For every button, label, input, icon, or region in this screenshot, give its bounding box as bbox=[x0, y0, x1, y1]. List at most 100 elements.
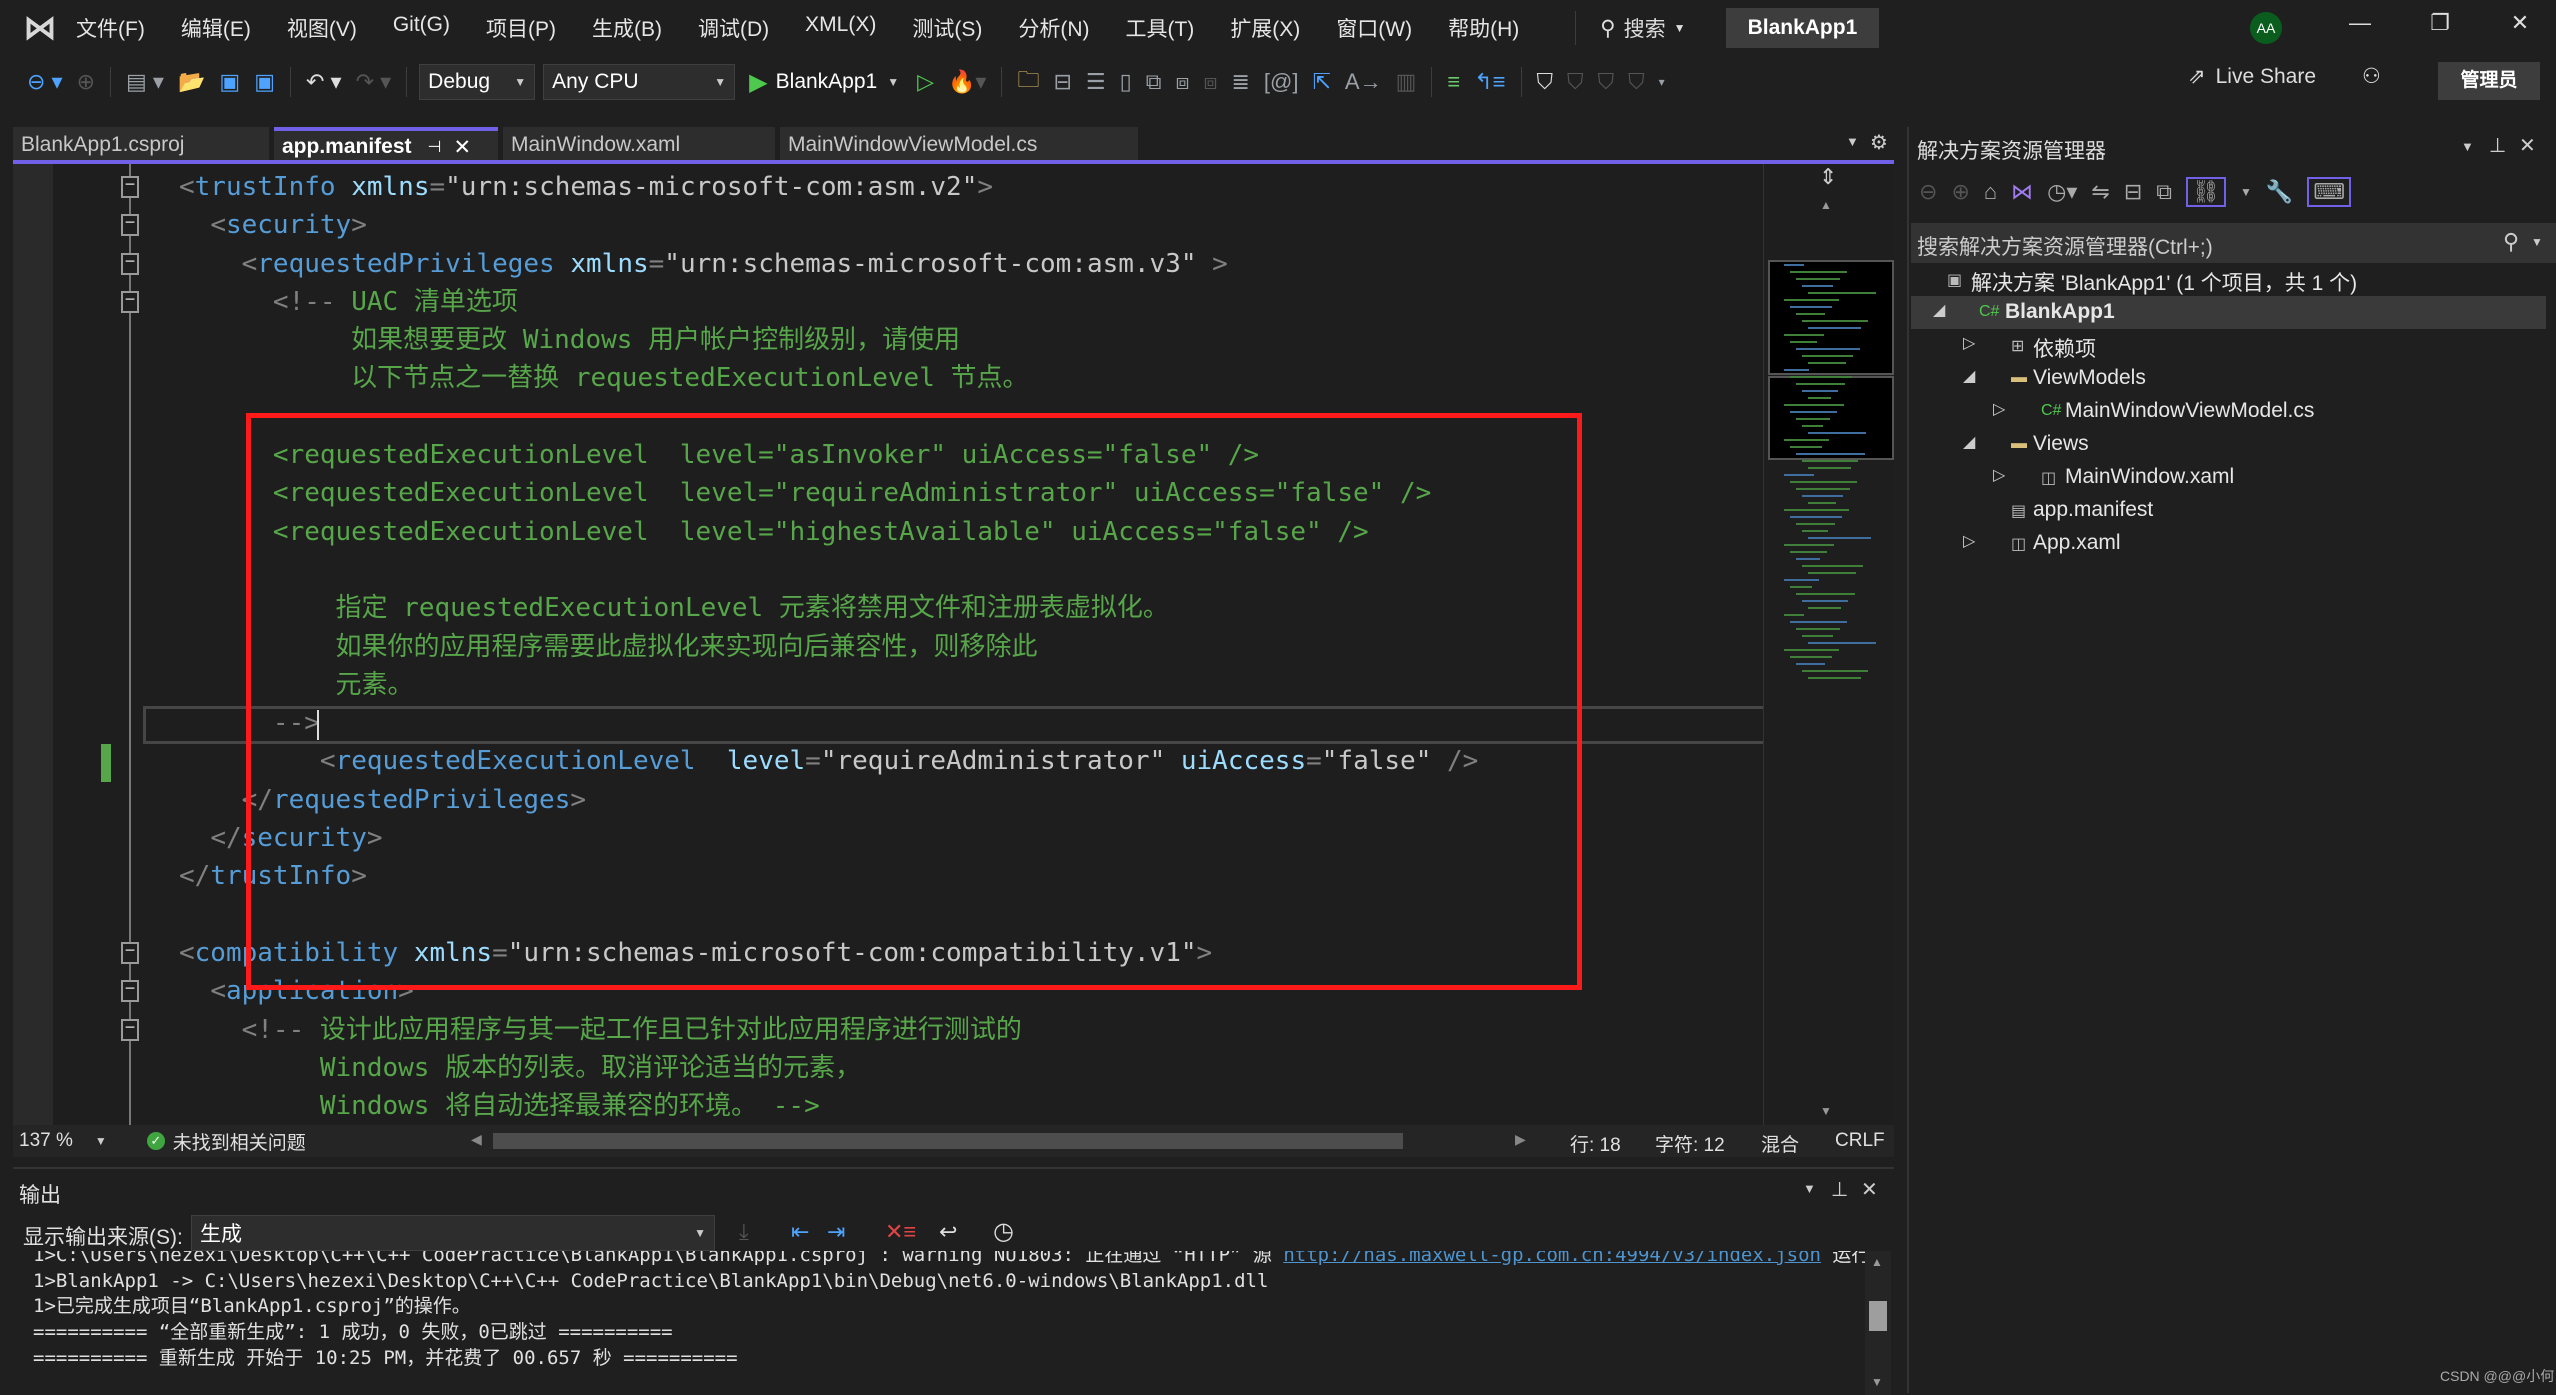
tree-item--blankapp1-1-1-[interactable]: ▣ 解决方案 'BlankApp1' (1 个项目，共 1 个) bbox=[1911, 263, 2546, 296]
issues-status[interactable]: 未找到相关问题 bbox=[173, 1128, 306, 1155]
solution-search-input[interactable]: 搜索解决方案资源管理器(Ctrl+;) ⚲ ▼ bbox=[1911, 223, 2556, 263]
comment-lines-icon[interactable]: ≡ bbox=[1447, 69, 1460, 95]
pending-changes-filter-icon[interactable]: ◷▾ bbox=[2047, 179, 2077, 205]
uncomment-lines-icon[interactable]: ↰≡ bbox=[1474, 69, 1505, 95]
output-vertical-scrollbar[interactable]: ▲ ▼ bbox=[1865, 1251, 1891, 1395]
menu-item[interactable]: Git(G) bbox=[393, 13, 450, 43]
restore-button[interactable]: ❐ bbox=[2420, 10, 2460, 36]
tab-app-manifest[interactable]: app.manifest ⊣ ✕ bbox=[274, 127, 498, 163]
xslt-icon[interactable]: ⧈ bbox=[1203, 69, 1217, 95]
menu-item[interactable]: XML(X) bbox=[805, 13, 876, 43]
clear-all-icon[interactable]: ✕≡ bbox=[885, 1219, 916, 1245]
collapse-toggle-icon[interactable]: − bbox=[121, 213, 139, 237]
feedback-icon[interactable]: ⚇ bbox=[2362, 64, 2381, 89]
close-panel-icon[interactable]: ✕ bbox=[2519, 133, 2536, 158]
go-to-location-icon[interactable]: ⤓ bbox=[739, 1219, 749, 1245]
save-icon[interactable]: ▣ bbox=[219, 69, 240, 95]
properties-wrench-icon[interactable]: 🔧 bbox=[2266, 179, 2293, 205]
zoom-dropdown-icon[interactable]: ▼ bbox=[95, 1134, 107, 1148]
search-button[interactable]: ⚲ 搜索 ▼ bbox=[1575, 11, 1686, 45]
menu-item[interactable]: 编辑(E) bbox=[181, 13, 251, 43]
pin-icon[interactable]: ⊥ bbox=[1831, 1177, 1848, 1202]
save-all-icon[interactable]: ▣ bbox=[254, 69, 275, 95]
menu-item[interactable]: 生成(B) bbox=[592, 13, 662, 43]
tab-list-dropdown-icon[interactable]: ▼ bbox=[1846, 134, 1859, 149]
scroll-thumb[interactable] bbox=[1869, 1301, 1887, 1331]
output-link[interactable]: http://nas.maxwell-gp.com.cn:4994/v3/ind… bbox=[1283, 1251, 1821, 1266]
expanded-arrow-icon[interactable]: ◢ bbox=[1963, 432, 1975, 452]
columns-icon[interactable]: ▥ bbox=[1396, 69, 1417, 95]
pin-tab-icon[interactable]: ⊣ bbox=[428, 137, 442, 157]
outline-icon[interactable]: ☰ bbox=[1086, 69, 1106, 95]
menu-item[interactable]: 测试(S) bbox=[912, 13, 982, 43]
forward-icon[interactable]: ⊕ bbox=[1951, 179, 1969, 205]
search-options-icon[interactable]: ▼ bbox=[2531, 235, 2543, 249]
scroll-up-icon[interactable]: ▲ bbox=[1871, 1255, 1883, 1269]
menu-item[interactable]: 项目(P) bbox=[486, 13, 556, 43]
select-icon[interactable]: [@] bbox=[1264, 69, 1299, 95]
platform-dropdown[interactable]: Any CPU ▼ bbox=[543, 64, 736, 100]
cursor-icon[interactable]: ⇱ bbox=[1312, 69, 1330, 95]
tree-item-views[interactable]: ◢ ▬ Views bbox=[1911, 428, 2546, 461]
close-window-button[interactable]: ✕ bbox=[2500, 10, 2540, 36]
xml-tree-icon[interactable]: ⧈ bbox=[1175, 69, 1189, 95]
timestamp-clock-icon[interactable]: ◷ bbox=[993, 1217, 1014, 1246]
tree-item-app-manifest[interactable]: ▤ app.manifest bbox=[1911, 494, 2546, 527]
tab-blankapp1-csproj[interactable]: BlankApp1.csproj bbox=[13, 127, 269, 163]
collapse-toggle-icon[interactable]: − bbox=[121, 979, 139, 1003]
show-all-files-icon[interactable]: ⧉ bbox=[2156, 179, 2172, 205]
zoom-level[interactable]: 137 % bbox=[19, 1130, 73, 1152]
tree-item-mainwindowviewmodel-cs[interactable]: ▷ C# MainWindowViewModel.cs bbox=[1911, 395, 2546, 428]
find-in-files-icon[interactable]: 🗀 bbox=[1017, 63, 1039, 101]
minimize-button[interactable]: — bbox=[2340, 10, 2380, 36]
collapse-toggle-icon[interactable]: − bbox=[121, 941, 139, 964]
next-bookmark-icon[interactable]: ⛉ bbox=[1598, 69, 1615, 95]
menu-item[interactable]: 分析(N) bbox=[1018, 13, 1089, 43]
indentation-mode[interactable]: 混合 bbox=[1761, 1130, 1799, 1157]
expanded-arrow-icon[interactable]: ◢ bbox=[1963, 366, 1975, 386]
menu-item[interactable]: 窗口(W) bbox=[1336, 13, 1412, 43]
split-editor-icon[interactable]: ⇕ bbox=[1819, 164, 1837, 190]
rename-icon[interactable]: A→ bbox=[1345, 69, 1382, 95]
navigate-forward-icon[interactable]: ⊕ bbox=[77, 69, 95, 95]
collapsed-arrow-icon[interactable]: ▷ bbox=[1963, 333, 1975, 353]
tab-mainwindowviewmodel-cs[interactable]: MainWindowViewModel.cs bbox=[780, 127, 1138, 163]
scroll-right-icon[interactable]: ▶ bbox=[1515, 1131, 1526, 1148]
tree-item--[interactable]: ▷ ⊞ 依赖项 bbox=[1911, 329, 2546, 362]
settings-gear-icon[interactable]: ⚙ bbox=[1870, 130, 1888, 155]
next-message-icon[interactable]: ⇥ bbox=[827, 1219, 845, 1245]
output-source-dropdown[interactable]: 生成 ▼ bbox=[191, 1215, 715, 1251]
home-icon[interactable]: ⌂ bbox=[1984, 179, 1997, 205]
undo-icon[interactable]: ↶ ▾ bbox=[306, 69, 342, 95]
code-editor[interactable]: − − − − − − − <trustInfo xmlns="urn:schemas-mi… bbox=[13, 164, 1763, 1125]
previous-message-icon[interactable]: ⇤ bbox=[791, 1219, 809, 1245]
menu-item[interactable]: 工具(T) bbox=[1125, 13, 1194, 43]
collapsed-arrow-icon[interactable]: ▷ bbox=[1963, 531, 1975, 551]
scroll-down-icon[interactable]: ▼ bbox=[1871, 1375, 1883, 1389]
collapsed-arrow-icon[interactable]: ▷ bbox=[1993, 399, 2005, 419]
collapse-toggle-icon[interactable]: − bbox=[121, 252, 139, 275]
clear-bookmarks-icon[interactable]: ⛉ bbox=[1628, 69, 1645, 95]
tree-view-icon[interactable]: ⛓ bbox=[2186, 177, 2226, 207]
toolbar-overflow-icon[interactable]: ▾ bbox=[1659, 75, 1665, 89]
comment-icon[interactable]: ≣ bbox=[1231, 69, 1249, 95]
tree-item-blankapp1[interactable]: ◢ C# BlankApp1 bbox=[1911, 296, 2546, 329]
new-item-icon[interactable]: ▤ ▾ bbox=[126, 69, 164, 95]
scroll-up-icon[interactable]: ▲ bbox=[1820, 198, 1832, 212]
close-panel-icon[interactable]: ✕ bbox=[1861, 1177, 1878, 1202]
tree-item-app-xaml[interactable]: ▷ ◫ App.xaml bbox=[1911, 527, 2546, 560]
tree-item-mainwindow-xaml[interactable]: ▷ ◫ MainWindow.xaml bbox=[1911, 461, 2546, 494]
chevron-down-icon[interactable]: ▼ bbox=[2240, 185, 2252, 199]
navigate-back-icon[interactable]: ⊖ ▾ bbox=[27, 69, 63, 95]
start-without-debugging-icon[interactable]: ▷ bbox=[917, 69, 934, 95]
menu-item[interactable]: 视图(V) bbox=[287, 13, 357, 43]
scroll-left-icon[interactable]: ◀ bbox=[471, 1131, 482, 1148]
configuration-dropdown[interactable]: Debug ▼ bbox=[419, 64, 536, 100]
menu-item[interactable]: 调试(D) bbox=[698, 13, 769, 43]
switch-views-icon[interactable]: ⋈ bbox=[2011, 179, 2033, 205]
open-folder-icon[interactable]: 📂 bbox=[178, 69, 205, 95]
avatar[interactable]: AA bbox=[2250, 12, 2282, 44]
word-wrap-icon[interactable]: ↩ bbox=[939, 1219, 957, 1245]
redo-icon[interactable]: ↷ ▾ bbox=[356, 69, 392, 95]
bookmark-icon[interactable]: ⛉ bbox=[1537, 69, 1554, 95]
